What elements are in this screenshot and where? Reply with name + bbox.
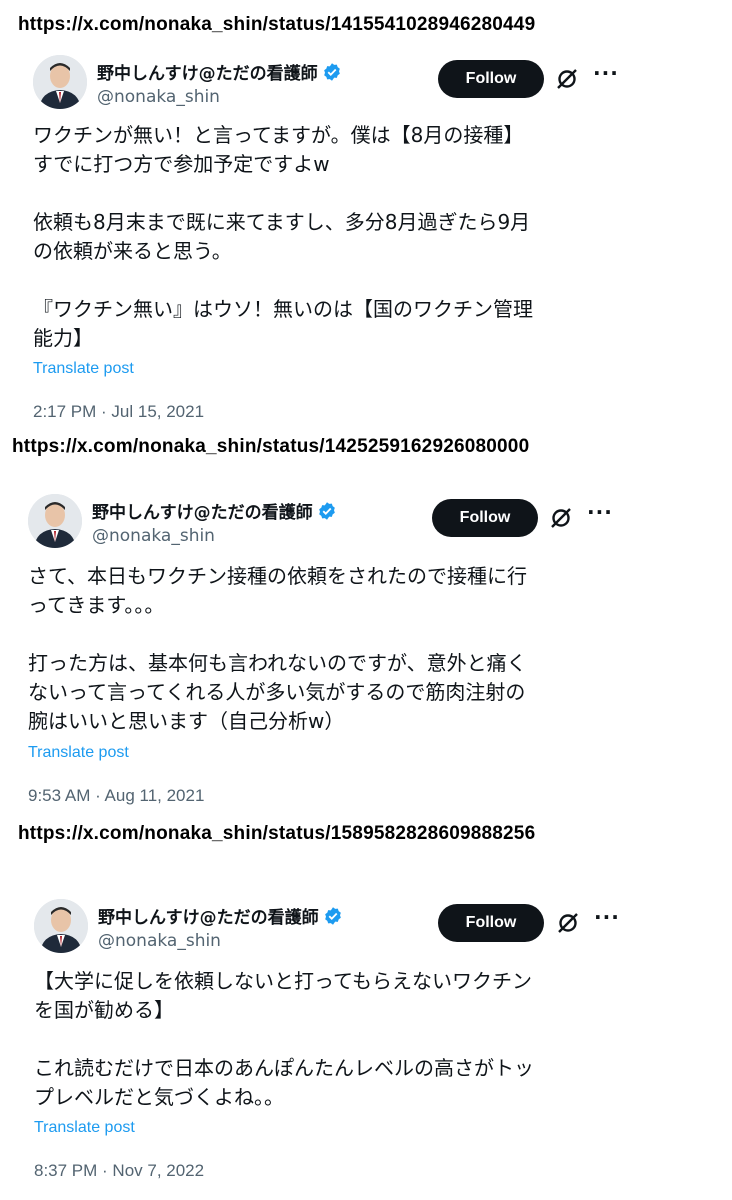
tweet-text: 【大学に促しを依頼しないと打ってもらえないワクチン を国が勧める】 これ読むだけ…: [34, 969, 534, 1109]
grok-icon[interactable]: [556, 911, 580, 935]
translate-link[interactable]: Translate post: [34, 1119, 135, 1137]
follow-button[interactable]: Follow: [438, 904, 544, 942]
verified-badge-icon: [324, 906, 341, 925]
more-icon[interactable]: ···: [593, 63, 618, 87]
grok-icon[interactable]: [555, 67, 579, 91]
avatar[interactable]: [33, 55, 87, 109]
verified-badge-icon: [323, 62, 340, 81]
more-icon[interactable]: ···: [594, 907, 619, 931]
grok-icon[interactable]: [549, 506, 573, 530]
tweet-text: ワクチンが無い！と言ってますが。僕は【8月の接種】 すでに打つ方で参加予定ですよ…: [33, 123, 533, 350]
translate-link[interactable]: Translate post: [33, 360, 134, 378]
timestamp[interactable]: 9:53 AM · Aug 11, 2021: [28, 786, 204, 806]
tweet-card-3: 野中しんすけ@ただの看護師 @nonaka_shin Follow ··· 【大…: [34, 899, 724, 1189]
timestamp[interactable]: 8:37 PM · Nov 7, 2022: [34, 1161, 204, 1181]
tweet-text: さて、本日もワクチン接種の依頼をされたので接種に行 ってきます。。。 打った方は…: [28, 564, 527, 733]
display-name[interactable]: 野中しんすけ@ただの看護師: [98, 903, 343, 928]
handle[interactable]: @nonaka_shin: [92, 526, 215, 546]
tweet-card-1: 野中しんすけ@ただの看護師 @nonaka_shin Follow ··· ワク…: [33, 55, 723, 430]
follow-button[interactable]: Follow: [432, 499, 538, 537]
handle[interactable]: @nonaka_shin: [97, 87, 220, 107]
status-url-3: https://x.com/nonaka_shin/status/1589582…: [18, 823, 536, 844]
avatar[interactable]: [28, 494, 82, 548]
display-name[interactable]: 野中しんすけ@ただの看護師: [97, 59, 342, 84]
avatar[interactable]: [34, 899, 88, 953]
verified-badge-icon: [318, 501, 335, 520]
status-url-1: https://x.com/nonaka_shin/status/1415541…: [18, 14, 536, 35]
handle[interactable]: @nonaka_shin: [98, 931, 221, 951]
timestamp[interactable]: 2:17 PM · Jul 15, 2021: [33, 402, 204, 422]
display-name[interactable]: 野中しんすけ@ただの看護師: [92, 498, 337, 523]
translate-link[interactable]: Translate post: [28, 744, 129, 762]
more-icon[interactable]: ···: [587, 502, 612, 526]
follow-button[interactable]: Follow: [438, 60, 544, 98]
tweet-card-2: 野中しんすけ@ただの看護師 @nonaka_shin Follow ··· さて…: [28, 494, 718, 814]
status-url-2: https://x.com/nonaka_shin/status/1425259…: [12, 436, 530, 457]
